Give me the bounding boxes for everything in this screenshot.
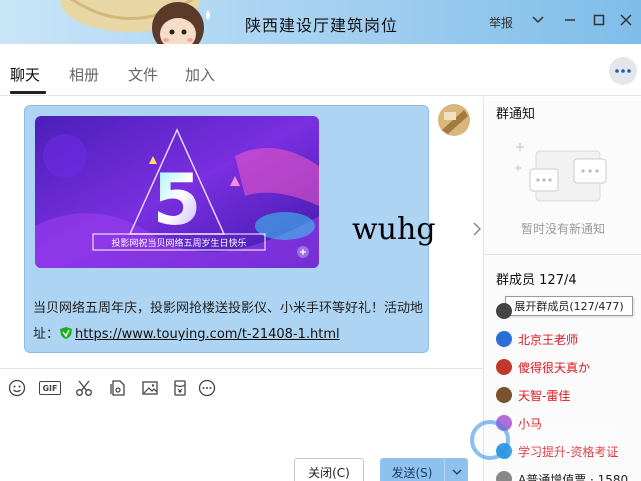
member-item[interactable] bbox=[496, 301, 518, 321]
member-avatar bbox=[496, 359, 512, 375]
tab-album[interactable]: 相册 bbox=[69, 64, 99, 85]
minimize-icon[interactable] bbox=[562, 12, 578, 28]
group-notice-title[interactable]: 群通知 bbox=[496, 103, 535, 122]
sender-avatar[interactable] bbox=[438, 104, 470, 136]
ellipsis-icon bbox=[615, 69, 631, 73]
chevron-right-icon[interactable] bbox=[472, 222, 482, 236]
member-avatar bbox=[496, 387, 512, 403]
tab-join[interactable]: 加入 bbox=[185, 64, 215, 85]
more-icon[interactable] bbox=[197, 378, 217, 398]
message-address-prefix: 址： bbox=[33, 327, 60, 342]
report-button[interactable]: 举报 bbox=[489, 14, 513, 31]
file-icon[interactable] bbox=[108, 378, 128, 398]
chat-area[interactable]: 5 投影网祝当贝网络五周岁生日快乐 当贝网络五周年庆，投影网抢楼送投影仪、小米手… bbox=[0, 97, 483, 368]
tab-chat[interactable]: 聊天 bbox=[10, 64, 40, 85]
more-options-button[interactable] bbox=[609, 57, 637, 85]
svg-text:5: 5 bbox=[153, 159, 202, 241]
member-item[interactable]: 傻得很天真か bbox=[496, 357, 590, 377]
group-members-title[interactable]: 群成员 127/4 bbox=[496, 269, 577, 288]
watermark-logo-icon bbox=[470, 420, 616, 460]
input-toolbar: GIF bbox=[0, 368, 483, 406]
close-icon[interactable] bbox=[618, 12, 634, 28]
empty-notice-illustration-icon bbox=[515, 143, 607, 202]
send-options-chevron-icon[interactable] bbox=[444, 458, 468, 481]
member-item[interactable]: A普通增值票 · 1580 bbox=[496, 469, 628, 481]
tab-bar: 聊天 相册 文件 加入 bbox=[0, 44, 641, 96]
member-item[interactable]: 天智-雷佳 bbox=[496, 385, 570, 405]
member-item[interactable]: 北京王老师 bbox=[496, 329, 578, 349]
message-line-1: 当贝网络五周年庆，投影网抢楼送投影仪、小米手环等好礼！活动地 bbox=[33, 301, 424, 316]
close-button[interactable]: 关闭(C) bbox=[294, 458, 364, 481]
expand-members-tooltip: 展开群成员(127/477) bbox=[505, 296, 633, 316]
verified-shield-icon bbox=[60, 327, 73, 339]
member-avatar bbox=[496, 331, 512, 347]
overlay-text: wuhg bbox=[352, 212, 436, 247]
members-count: 127/4 bbox=[539, 273, 577, 288]
member-name: 天智-雷佳 bbox=[518, 388, 571, 403]
red-packet-icon[interactable] bbox=[170, 378, 190, 398]
image-icon[interactable] bbox=[140, 378, 160, 398]
send-button[interactable]: 发送(S) bbox=[380, 458, 468, 481]
send-button-label[interactable]: 发送(S) bbox=[380, 458, 444, 481]
members-title-label: 群成员 bbox=[496, 273, 536, 288]
smiley-icon[interactable] bbox=[7, 378, 27, 398]
banner-caption: 投影网祝当贝网络五周岁生日快乐 bbox=[111, 237, 246, 249]
member-name: A普通增值票 · 1580 bbox=[518, 472, 629, 481]
active-tab-indicator bbox=[10, 91, 46, 94]
maximize-icon[interactable] bbox=[591, 12, 607, 28]
member-avatar bbox=[496, 471, 512, 481]
scissors-icon[interactable] bbox=[74, 378, 94, 398]
chevron-down-icon[interactable] bbox=[530, 12, 546, 28]
member-avatar bbox=[496, 303, 512, 319]
notice-empty-text: 暂时没有新通知 bbox=[520, 222, 605, 236]
panel-divider bbox=[484, 254, 641, 255]
activity-link[interactable]: https://www.touying.com/t-21408-1.html bbox=[75, 327, 340, 342]
title-bar: 陕西建设厅建筑岗位 举报 bbox=[0, 0, 641, 44]
cartoon-girl-decoration bbox=[60, 0, 210, 44]
gif-icon[interactable]: GIF bbox=[39, 381, 61, 395]
anniversary-banner-image[interactable]: 5 投影网祝当贝网络五周岁生日快乐 bbox=[35, 116, 319, 268]
window-title: 陕西建设厅建筑岗位 bbox=[245, 16, 399, 35]
message-input[interactable]: 关闭(C) 发送(S) bbox=[0, 406, 483, 481]
tab-files[interactable]: 文件 bbox=[128, 64, 158, 85]
member-name: 北京王老师 bbox=[518, 332, 579, 347]
message-text: 当贝网络五周年庆，投影网抢楼送投影仪、小米手环等好礼！活动地 址： https:/… bbox=[33, 296, 423, 348]
member-name: 傻得很天真か bbox=[518, 360, 591, 375]
